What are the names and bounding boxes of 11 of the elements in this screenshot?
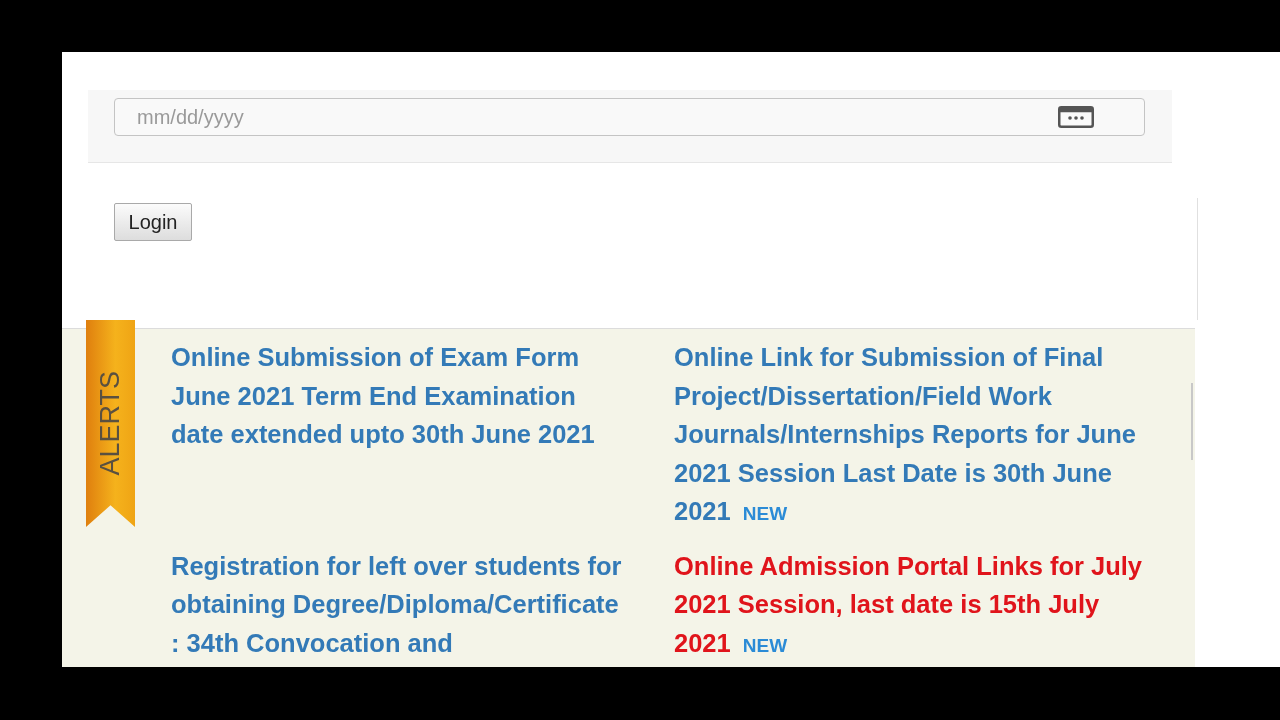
new-label: NEW bbox=[742, 503, 788, 524]
scrollbar-thumb[interactable] bbox=[1191, 383, 1193, 460]
date-field[interactable]: mm/dd/yyyy bbox=[114, 98, 1145, 136]
alert-link[interactable]: Online Admission Portal Links for July 2021 Session, last date is 15th July 2021 NEW bbox=[674, 546, 1149, 665]
alert-link[interactable]: Registration for left over students for obtaining Degree/Diploma/Certificate : 34th Convocation and bbox=[171, 546, 627, 662]
calendar-icon[interactable] bbox=[1058, 106, 1094, 128]
alert-link[interactable]: Online Submission of Exam Form June 2021 Term End Examination date extended upto 30th June 2021 bbox=[171, 338, 627, 454]
alert-link[interactable]: Online Link for Submission of Final Project/Dissertation/Field Work Journals/Internships Reports for June 2021 Session Last Date is 30th June 2021 NEW bbox=[674, 338, 1149, 534]
login-button[interactable]: Login bbox=[114, 203, 192, 241]
new-label: NEW bbox=[742, 634, 788, 656]
alerts-ribbon: ALERTS bbox=[86, 320, 135, 527]
